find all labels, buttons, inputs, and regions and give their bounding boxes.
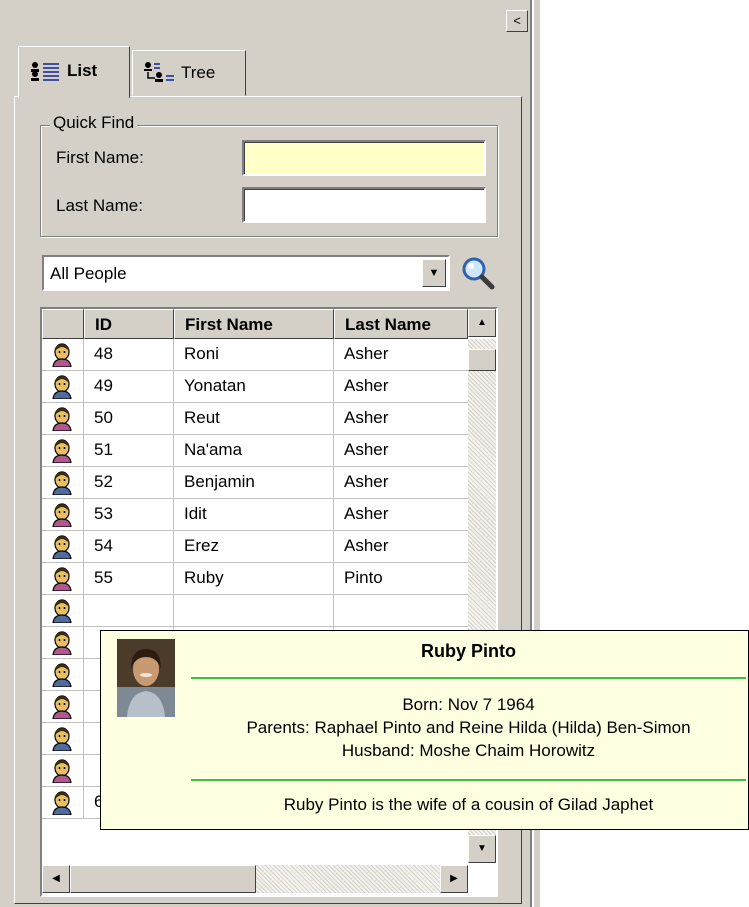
cell-id: 53 xyxy=(84,499,174,531)
cell-id: 55 xyxy=(84,563,174,595)
tree-people-icon xyxy=(143,61,177,88)
person-icon xyxy=(42,627,84,659)
cell-last-name: Asher xyxy=(334,435,474,467)
scroll-left-button[interactable]: ◀ xyxy=(42,865,70,893)
tooltip-husband: Husband: Moshe Chaim Horowitz xyxy=(341,741,596,760)
person-icon xyxy=(42,755,84,787)
table-row[interactable]: 52 Benjamin Asher xyxy=(42,467,474,499)
cell-last-name: Asher xyxy=(334,371,474,403)
table-row[interactable]: 55 Ruby Pinto xyxy=(42,563,474,595)
person-icon xyxy=(42,787,84,819)
tab-tree-label: Tree xyxy=(181,63,216,82)
cell-id: 49 xyxy=(84,371,174,403)
tooltip-born: Born: Nov 7 1964 xyxy=(402,695,535,714)
cell-first-name: Benjamin xyxy=(174,467,334,499)
table-row[interactable]: 49 Yonatan Asher xyxy=(42,371,474,403)
table-row[interactable]: 51 Na'ama Asher xyxy=(42,435,474,467)
chevron-down-icon[interactable]: ▼ xyxy=(422,259,446,287)
table-row[interactable]: 48 Roni Asher xyxy=(42,339,474,371)
column-header-id[interactable]: ID xyxy=(84,309,174,339)
cell-first-name: Yonatan xyxy=(174,371,334,403)
collapse-panel-button[interactable]: < xyxy=(506,10,528,32)
person-icon xyxy=(42,467,84,499)
people-filter-value: All People xyxy=(50,264,127,283)
cell-first-name: Reut xyxy=(174,403,334,435)
tooltip-divider-top xyxy=(191,677,746,679)
person-icon xyxy=(42,595,84,627)
cell-last-name: Asher xyxy=(334,499,474,531)
person-photo xyxy=(117,639,175,717)
tab-list[interactable]: List xyxy=(18,46,130,98)
tab-list-label: List xyxy=(67,61,98,80)
column-header-icon[interactable] xyxy=(42,309,84,339)
table-row[interactable]: 50 Reut Asher xyxy=(42,403,474,435)
tooltip-person-name: Ruby Pinto xyxy=(421,641,516,661)
person-icon xyxy=(42,403,84,435)
cell-last-name: Asher xyxy=(334,531,474,563)
first-name-label: First Name: xyxy=(56,148,144,167)
search-button[interactable] xyxy=(458,253,498,293)
vertical-scroll-thumb[interactable] xyxy=(468,349,496,371)
table-row[interactable]: 54 Erez Asher xyxy=(42,531,474,563)
cell-first-name: Ruby xyxy=(174,563,334,595)
tooltip-divider-bottom xyxy=(191,779,746,781)
cell-last-name: Asher xyxy=(334,339,474,371)
last-name-label: Last Name: xyxy=(56,196,143,215)
cell-id: 54 xyxy=(84,531,174,563)
person-icon xyxy=(42,691,84,723)
column-header-first-name[interactable]: First Name xyxy=(174,309,334,339)
scroll-up-button[interactable]: ▲ xyxy=(468,309,496,337)
cell-id: 51 xyxy=(84,435,174,467)
person-icon xyxy=(42,435,84,467)
person-icon xyxy=(42,723,84,755)
person-tooltip: Ruby Pinto Born: Nov 7 1964 Parents: Rap… xyxy=(100,630,749,830)
person-icon xyxy=(42,659,84,691)
tooltip-parents: Parents: Raphael Pinto and Reine Hilda (… xyxy=(246,718,691,737)
person-icon xyxy=(42,531,84,563)
scroll-down-button[interactable]: ▼ xyxy=(468,835,496,863)
cell-first-name: Roni xyxy=(174,339,334,371)
people-filter-select[interactable]: All People ▼ xyxy=(42,255,450,291)
cell-last-name xyxy=(334,595,474,627)
horizontal-scroll-thumb[interactable] xyxy=(70,865,256,893)
cell-first-name xyxy=(174,595,334,627)
list-people-icon xyxy=(29,61,63,86)
cell-id: 50 xyxy=(84,403,174,435)
table-row[interactable] xyxy=(42,595,474,627)
tooltip-relation: Ruby Pinto is the wife of a cousin of Gi… xyxy=(283,795,654,814)
cell-id: 52 xyxy=(84,467,174,499)
scroll-right-button[interactable]: ▶ xyxy=(440,865,468,893)
person-icon xyxy=(42,499,84,531)
cell-last-name: Pinto xyxy=(334,563,474,595)
magnifier-icon xyxy=(462,257,495,290)
horizontal-scrollbar[interactable]: ◀ ▶ xyxy=(42,865,468,893)
cell-id xyxy=(84,595,174,627)
column-header-last-name[interactable]: Last Name xyxy=(334,309,468,339)
person-icon xyxy=(42,371,84,403)
cell-first-name: Na'ama xyxy=(174,435,334,467)
table-row[interactable]: 53 Idit Asher xyxy=(42,499,474,531)
last-name-input[interactable] xyxy=(242,187,486,223)
cell-first-name: Erez xyxy=(174,531,334,563)
first-name-input[interactable] xyxy=(242,140,486,176)
quick-find-legend: Quick Find xyxy=(50,113,138,133)
tab-tree[interactable]: Tree xyxy=(132,50,246,96)
person-icon xyxy=(42,339,84,371)
person-icon xyxy=(42,563,84,595)
cell-last-name: Asher xyxy=(334,467,474,499)
cell-last-name: Asher xyxy=(334,403,474,435)
cell-id: 48 xyxy=(84,339,174,371)
cell-first-name: Idit xyxy=(174,499,334,531)
